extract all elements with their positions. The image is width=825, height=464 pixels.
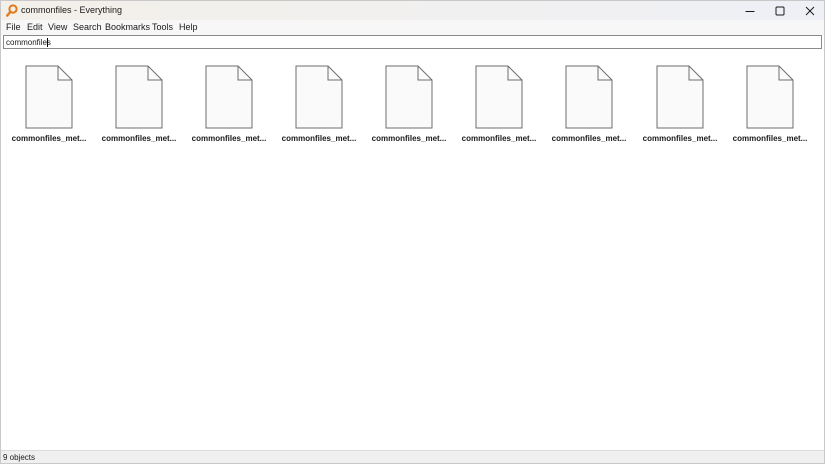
- document-icon: [115, 65, 163, 129]
- document-icon: [205, 65, 253, 129]
- close-button[interactable]: [795, 1, 825, 20]
- document-icon: [295, 65, 343, 129]
- document-icon: [565, 65, 613, 129]
- maximize-icon: [775, 6, 785, 15]
- status-bar: 9 objects: [1, 450, 824, 463]
- result-item-name: commonfiles_met...: [11, 134, 87, 143]
- result-item[interactable]: commonfiles_met...: [189, 62, 269, 148]
- results-pane[interactable]: commonfiles_met... commonfiles_met... co…: [1, 50, 824, 449]
- search-box[interactable]: [3, 35, 822, 49]
- app-window: commonfiles - Everything File Edit View …: [0, 0, 825, 464]
- menu-bar: File Edit View Search Bookmarks Tools He…: [1, 20, 824, 35]
- menu-search[interactable]: Search: [73, 22, 102, 32]
- window-title: commonfiles - Everything: [21, 5, 123, 15]
- document-icon: [656, 65, 704, 129]
- result-item-name: commonfiles_met...: [461, 134, 537, 143]
- result-item-name: commonfiles_met...: [732, 134, 808, 143]
- menu-file[interactable]: File: [6, 22, 21, 32]
- menu-edit[interactable]: Edit: [27, 22, 43, 32]
- document-icon: [385, 65, 433, 129]
- status-object-count: 9 objects: [3, 453, 36, 462]
- result-item[interactable]: commonfiles_met...: [459, 62, 539, 148]
- document-icon: [746, 65, 794, 129]
- result-item[interactable]: commonfiles_met...: [369, 62, 449, 148]
- result-item[interactable]: commonfiles_met...: [730, 62, 810, 148]
- search-input[interactable]: [6, 36, 818, 48]
- result-item[interactable]: commonfiles_met...: [99, 62, 179, 148]
- close-icon: [805, 6, 815, 15]
- document-icon: [25, 65, 73, 129]
- result-item-name: commonfiles_met...: [551, 134, 627, 143]
- result-item[interactable]: commonfiles_met...: [9, 62, 89, 148]
- result-item[interactable]: commonfiles_met...: [640, 62, 720, 148]
- maximize-button[interactable]: [765, 1, 795, 20]
- result-item-name: commonfiles_met...: [642, 134, 718, 143]
- text-caret: [47, 38, 48, 47]
- result-item-name: commonfiles_met...: [101, 134, 177, 143]
- title-bar[interactable]: commonfiles - Everything: [1, 1, 824, 20]
- result-item[interactable]: commonfiles_met...: [549, 62, 629, 148]
- result-item-name: commonfiles_met...: [281, 134, 357, 143]
- minimize-icon: [745, 10, 755, 12]
- menu-bookmarks[interactable]: Bookmarks: [105, 22, 150, 32]
- result-item[interactable]: commonfiles_met...: [279, 62, 359, 148]
- result-item-name: commonfiles_met...: [371, 134, 447, 143]
- minimize-button[interactable]: [735, 1, 765, 20]
- menu-tools[interactable]: Tools: [152, 22, 173, 32]
- document-icon: [475, 65, 523, 129]
- magnifier-app-icon: [6, 4, 18, 17]
- result-item-name: commonfiles_met...: [191, 134, 267, 143]
- menu-help[interactable]: Help: [179, 22, 198, 32]
- menu-view[interactable]: View: [48, 22, 67, 32]
